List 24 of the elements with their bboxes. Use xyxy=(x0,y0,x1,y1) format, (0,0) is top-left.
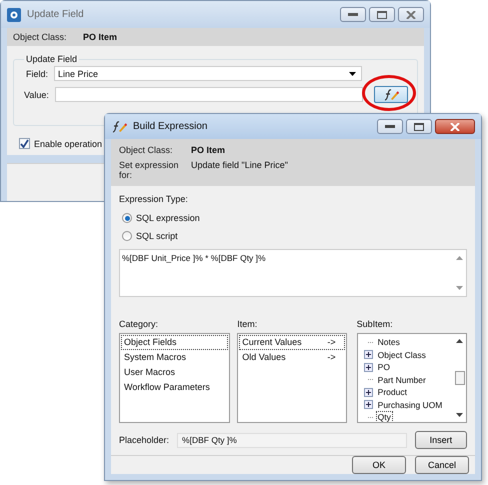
placeholder-field: %[DBF Qty ]% xyxy=(177,432,407,448)
item-text: Current Values xyxy=(242,336,302,349)
field-label: Field: xyxy=(24,68,48,80)
expression-type-label: Expression Type: xyxy=(119,194,189,204)
category-label: Category: xyxy=(119,319,160,329)
arrow-text: -> xyxy=(327,351,336,364)
set-expression-label: Set expression for: xyxy=(119,160,180,180)
radio-label: SQL script xyxy=(136,231,178,241)
set-expression-value: Update field "Line Price" xyxy=(191,160,288,172)
placeholder-label: Placeholder: xyxy=(119,435,170,445)
window-title: Build Expression xyxy=(133,121,208,132)
item-label: Item: xyxy=(237,319,258,329)
window-title: Update Field xyxy=(27,9,85,20)
enable-operation-label: Enable operation xyxy=(34,138,102,148)
object-class-value: PO Item xyxy=(191,145,226,155)
value-label: Value: xyxy=(24,88,49,100)
object-class-label: Object Class: xyxy=(119,145,174,155)
object-class-value: PO Item xyxy=(83,32,118,42)
object-class-label: Object Class: xyxy=(13,32,68,42)
subitem-label: SubItem: xyxy=(356,319,394,329)
radio-label: SQL expression xyxy=(136,213,200,223)
group-title: Update Field xyxy=(25,54,78,64)
item-text: Old Values xyxy=(242,351,286,364)
arrow-text: -> xyxy=(327,336,336,349)
